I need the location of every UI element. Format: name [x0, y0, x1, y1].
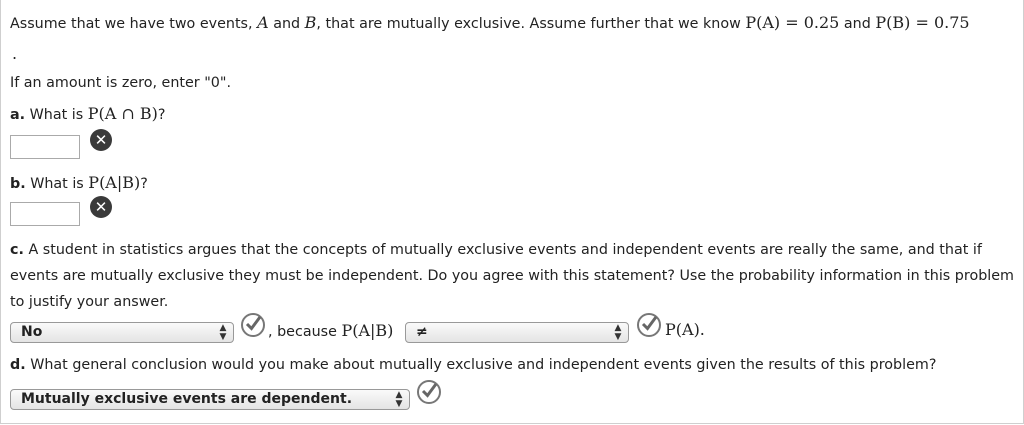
conclusion-select-value: Mutually exclusive events are dependent. [21, 391, 353, 407]
question-d-label: d. [10, 357, 26, 373]
question-b: b. What is P(A|B)? [10, 173, 148, 192]
prob-a: P(A) = 0.25 [745, 13, 840, 32]
question-c-text: A student in statistics argues that the … [10, 242, 1014, 310]
x-circle-icon: ✕ [90, 129, 112, 151]
intro-text: Assume that we have two events, A and B,… [10, 13, 970, 32]
relation-select-value: ≠ [416, 324, 428, 340]
select-arrows-icon: ▲ ▼ [395, 390, 403, 409]
conclusion-select[interactable]: Mutually exclusive events are dependent.… [10, 389, 410, 410]
intro-period: . [12, 44, 18, 63]
question-a: a. What is P(A ∩ B)? [10, 104, 165, 123]
intro-prefix: Assume that we have two events, [10, 16, 258, 32]
question-b-expr: P(A|B) [88, 173, 141, 192]
question-c-expr: P(A|B) [341, 321, 394, 340]
x-circle-icon: ✕ [90, 196, 112, 218]
question-a-mark: ? [157, 107, 166, 123]
check-circle-icon [637, 313, 661, 337]
event-a: A [257, 13, 269, 32]
question-d-text: What general conclusion would you make a… [25, 357, 937, 373]
because-label: , because [268, 324, 342, 340]
zero-note: If an amount is zero, enter "0". [10, 75, 232, 91]
agree-select-value: No [21, 324, 43, 340]
select-arrows-icon: ▲ ▼ [614, 323, 622, 342]
intro-mid: , that are mutually exclusive. Assume fu… [316, 16, 746, 32]
answer-a-input[interactable] [10, 135, 80, 159]
check-circle-icon [417, 380, 441, 404]
select-arrows-icon: ▲ ▼ [219, 323, 227, 342]
question-c-label: c. [10, 242, 24, 258]
question-d: d. What general conclusion would you mak… [10, 357, 936, 373]
question-b-label: b. [10, 176, 26, 192]
prob-b: P(B) = 0.75 [875, 13, 970, 32]
question-b-mark: ? [140, 176, 148, 192]
question-c-tail-expr: P(A). [665, 320, 705, 339]
question-c: c. A student in statistics argues that t… [10, 237, 1015, 315]
question-a-text: What is [25, 107, 88, 123]
intro-and-2: and [839, 16, 876, 32]
question-b-text: What is [25, 176, 89, 192]
question-a-label: a. [10, 107, 26, 123]
check-circle-icon [241, 313, 265, 337]
because-text: , because P(A|B) [268, 321, 393, 340]
intro-and: and [268, 16, 305, 32]
question-a-expr: P(A ∩ B) [87, 104, 158, 123]
relation-select[interactable]: ≠ ▲ ▼ [405, 322, 629, 343]
answer-b-input[interactable] [10, 202, 80, 226]
agree-select[interactable]: No ▲ ▼ [10, 322, 234, 343]
event-b: B [304, 13, 317, 32]
